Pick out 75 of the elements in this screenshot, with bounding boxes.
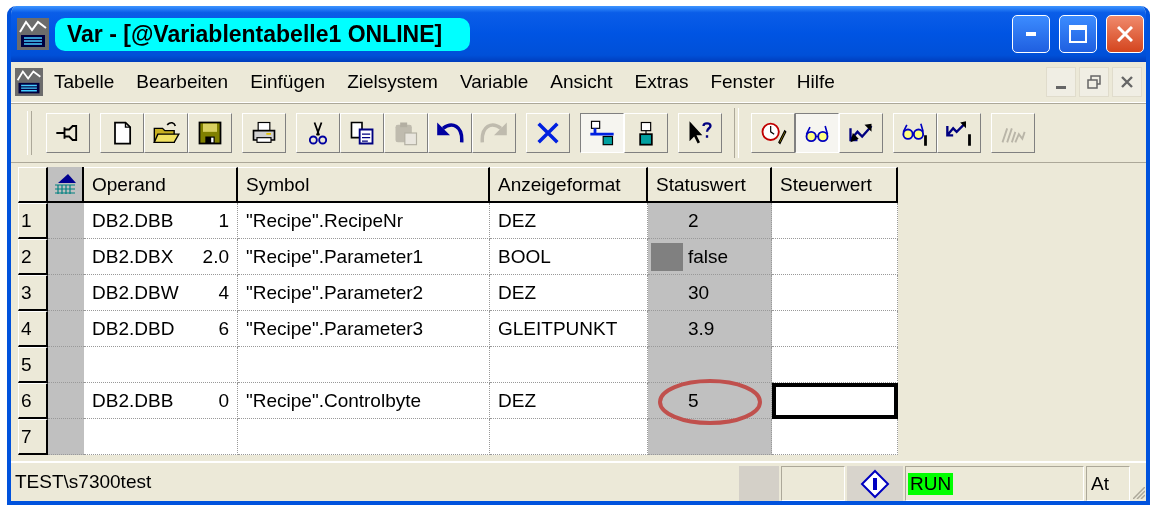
cpu-mode: RUN: [908, 472, 954, 495]
column-header[interactable]: Statuswert: [648, 167, 772, 203]
row-number: 1: [18, 203, 48, 239]
minimize-icon: [1056, 85, 1066, 89]
menu-item[interactable]: Zielsystem: [336, 68, 449, 96]
table-cell: "Recipe".Parameter2: [238, 275, 490, 311]
menu-item[interactable]: Variable: [448, 68, 540, 96]
row-number: 3: [18, 275, 48, 311]
connection-icon: [860, 468, 890, 499]
table-cell: 2: [648, 203, 772, 239]
operand-offset: 6: [218, 317, 229, 340]
row-number: 4: [18, 311, 48, 347]
restore-button[interactable]: [1079, 67, 1109, 97]
status-panel: [739, 466, 779, 501]
table-cell: [48, 347, 84, 383]
restore-icon: [1087, 75, 1101, 89]
network-icon: [588, 119, 616, 147]
minimize-button[interactable]: [1046, 67, 1076, 97]
menu-item[interactable]: Hilfe: [785, 68, 846, 96]
row-number: 5: [18, 347, 48, 383]
table-cell: DEZ: [490, 383, 648, 419]
column-header[interactable]: Anzeigeformat: [490, 167, 648, 203]
bool-indicator: [651, 243, 683, 271]
app-icon: [17, 18, 49, 50]
operand-address: DB2.DBW: [92, 281, 179, 304]
table-cell: "Recipe".Parameter1: [238, 239, 490, 275]
maximize-button[interactable]: [1059, 15, 1097, 53]
project-path: TEST\s7300test: [14, 470, 153, 494]
window-title: Var - [@Variablentabelle1 ONLINE]: [55, 17, 471, 51]
minimize-icon: [1026, 32, 1036, 36]
table-icon: [52, 171, 78, 197]
close-icon: [1121, 76, 1133, 88]
table-cell: "Recipe".RecipeNr: [238, 203, 490, 239]
status-panel: [781, 466, 845, 501]
close-button[interactable]: [1112, 67, 1142, 97]
column-header[interactable]: Steuerwert: [772, 167, 898, 203]
table-cell: GLEITPUNKT: [490, 311, 648, 347]
maximize-icon: [1069, 25, 1087, 43]
column-header[interactable]: Symbol: [238, 167, 490, 203]
row-number: 7: [18, 419, 48, 455]
operand-address: DB2.DBB: [92, 209, 174, 232]
menu-item[interactable]: Tabelle: [43, 68, 126, 96]
operand-address: DB2.DBB: [92, 389, 174, 412]
operand-address: DB2.DBX: [92, 245, 174, 268]
menu-item[interactable]: Einfügen: [239, 68, 337, 96]
resize-grip-icon: [1133, 487, 1145, 499]
table-cell: 3.9: [648, 311, 772, 347]
table-cell: [48, 419, 84, 455]
operand-address: DB2.DBD: [92, 317, 175, 340]
status-text: At: [1091, 472, 1109, 495]
row-number: 6: [18, 383, 48, 419]
table-cell: DEZ: [490, 275, 648, 311]
toolbar-button[interactable]: [795, 113, 839, 153]
table-cell: DEZ: [490, 203, 648, 239]
column-header[interactable]: Operand: [84, 167, 238, 203]
table-cell: BOOL: [490, 239, 648, 275]
operand-offset: 0: [218, 389, 229, 412]
corner-cell[interactable]: [18, 167, 48, 203]
menu-item[interactable]: Extras: [623, 68, 700, 96]
menu-item[interactable]: Ansicht: [539, 68, 624, 96]
input-field[interactable]: [772, 383, 898, 419]
row-number: 2: [18, 239, 48, 275]
operand-offset: 4: [218, 281, 229, 304]
toolbar-button[interactable]: [580, 113, 624, 153]
copy-icon: [348, 119, 376, 147]
column-header[interactable]: [48, 167, 84, 203]
table-cell: "Recipe".Parameter3: [238, 311, 490, 347]
operand-offset: 1: [218, 209, 229, 232]
menu-item[interactable]: Bearbeiten: [125, 68, 240, 96]
operand-offset: 2.0: [202, 245, 229, 268]
table-cell: "Recipe".Controlbyte: [238, 383, 490, 419]
close-icon: [1117, 26, 1133, 42]
document-icon[interactable]: [15, 68, 43, 96]
menu-item[interactable]: Fenster: [699, 68, 786, 96]
table-cell: 30: [648, 275, 772, 311]
